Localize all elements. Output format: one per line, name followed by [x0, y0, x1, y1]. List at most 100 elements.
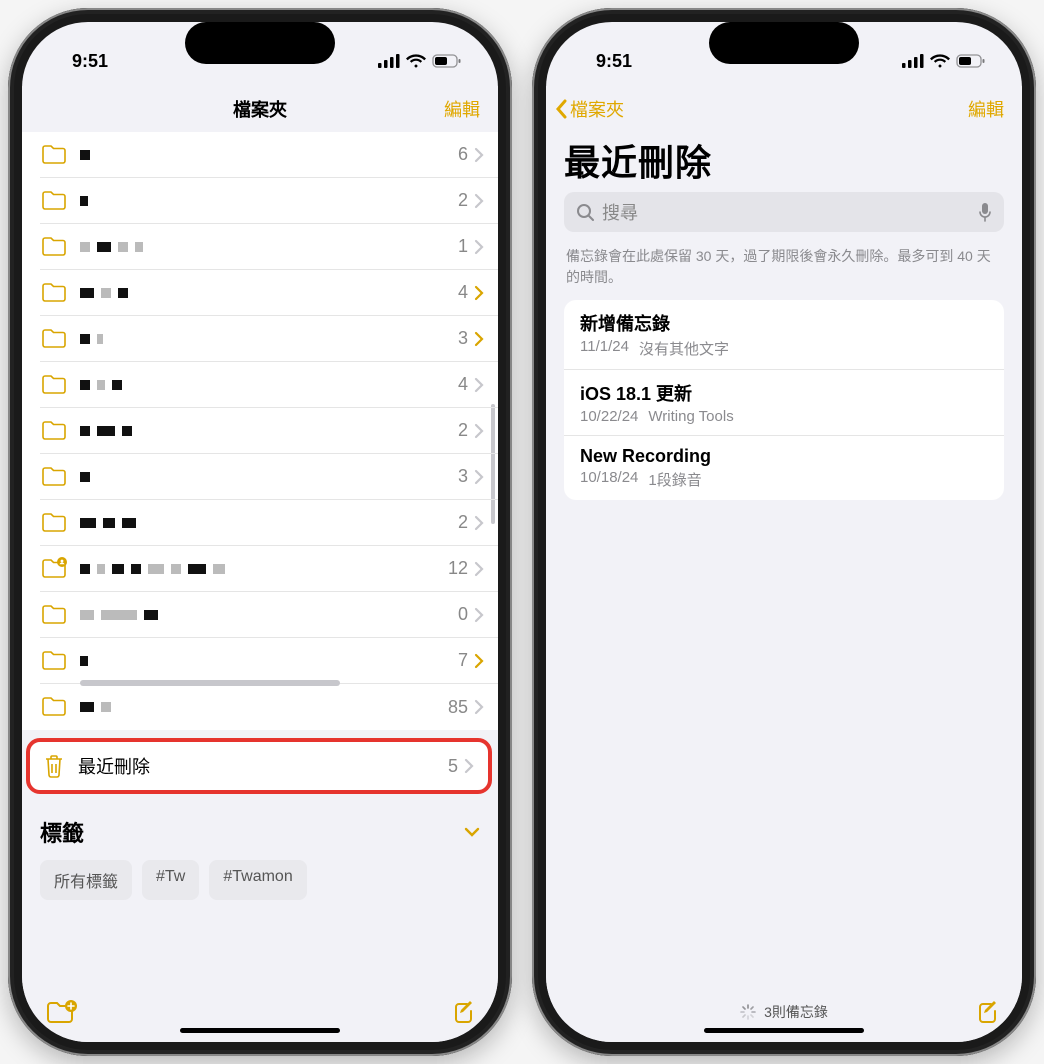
folder-name-redacted — [80, 224, 458, 269]
search-placeholder: 搜尋 — [602, 199, 970, 225]
footer-count: 3則備忘錄 — [764, 1002, 828, 1022]
nav-title: 檔案夾 — [233, 96, 287, 122]
spinner-icon — [740, 1004, 756, 1020]
chevron-right-icon — [474, 193, 484, 209]
recently-deleted-row[interactable]: 最近刪除 5 — [38, 744, 480, 788]
home-indicator[interactable] — [704, 1028, 864, 1033]
back-label: 檔案夾 — [570, 96, 624, 122]
folder-count: 12 — [448, 558, 468, 579]
note-title: New Recording — [580, 446, 988, 467]
chevron-right-icon — [474, 285, 484, 301]
compose-icon[interactable] — [974, 999, 1000, 1025]
folder-row[interactable]: 2 — [40, 178, 498, 224]
tag-chip[interactable]: #Tw — [142, 860, 199, 900]
note-preview: Writing Tools — [648, 408, 733, 425]
chevron-down-icon[interactable] — [464, 827, 480, 837]
toolbar: 3則備忘錄 — [546, 982, 1022, 1042]
folder-icon — [40, 464, 66, 490]
chevron-right-icon — [474, 653, 484, 669]
note-date: 11/1/24 — [580, 338, 629, 359]
back-button[interactable]: 檔案夾 — [554, 96, 624, 122]
tags-title: 標籤 — [40, 816, 84, 848]
cellular-icon — [902, 54, 924, 68]
folder-count: 1 — [458, 236, 468, 257]
edit-button[interactable]: 編輯 — [444, 96, 480, 122]
dynamic-island — [185, 22, 335, 64]
folder-row[interactable]: 4 — [40, 362, 498, 408]
battery-icon — [432, 54, 462, 68]
folder-icon — [40, 648, 66, 674]
folder-name-redacted — [80, 638, 458, 683]
folder-row[interactable]: 7 — [40, 638, 498, 684]
folder-name-redacted — [80, 500, 458, 545]
folder-name-redacted — [80, 546, 448, 591]
folder-count: 7 — [458, 650, 468, 671]
chevron-right-icon — [474, 331, 484, 347]
recently-deleted-highlight: 最近刪除 5 — [26, 738, 492, 794]
battery-icon — [956, 54, 986, 68]
search-field[interactable]: 搜尋 — [564, 192, 1004, 232]
chevron-right-icon — [474, 515, 484, 531]
folder-count: 4 — [458, 374, 468, 395]
note-title: 新增備忘錄 — [580, 310, 988, 336]
folder-count: 3 — [458, 328, 468, 349]
home-indicator[interactable] — [180, 1028, 340, 1033]
note-row[interactable]: 新增備忘錄11/1/24 沒有其他文字 — [564, 300, 1004, 370]
tags-section: 標籤 所有標籤#Tw#Twamon — [22, 798, 498, 900]
compose-icon[interactable] — [450, 999, 476, 1025]
page-title: 最近刪除 — [564, 134, 1004, 186]
folder-row[interactable]: 6 — [40, 132, 498, 178]
tag-chip[interactable]: #Twamon — [209, 860, 306, 900]
chevron-right-icon — [464, 758, 474, 774]
folder-count: 6 — [458, 144, 468, 165]
folder-count: 0 — [458, 604, 468, 625]
folder-row[interactable]: 4 — [40, 270, 498, 316]
folder-count: 3 — [458, 466, 468, 487]
edit-button[interactable]: 編輯 — [968, 96, 1004, 122]
chevron-right-icon — [474, 607, 484, 623]
notes-content: 最近刪除 搜尋 備忘錄會在此處保留 30 天，過了期限後會永久刪除。最多可到 4… — [546, 132, 1022, 982]
folder-row[interactable]: 2 — [40, 500, 498, 546]
folder-row[interactable]: 12 — [40, 546, 498, 592]
phone-frame-left: 9:51 檔案夾 編輯 6 2 1 4 3 4 2 3 2 12 0 7 85 最近刪除 5 — [8, 8, 512, 1056]
folder-icon — [40, 510, 66, 536]
phone-frame-right: 9:51 檔案夾 編輯 最近刪除 搜尋 備忘錄會 — [532, 8, 1036, 1056]
toolbar — [22, 982, 498, 1042]
folder-name-redacted — [80, 408, 458, 453]
folder-row[interactable]: 2 — [40, 408, 498, 454]
folder-count: 2 — [458, 512, 468, 533]
dynamic-island — [709, 22, 859, 64]
folder-icon — [40, 602, 66, 628]
chevron-left-icon — [554, 98, 568, 120]
chevron-right-icon — [474, 699, 484, 715]
folder-row[interactable]: 3 — [40, 454, 498, 500]
search-icon — [576, 203, 594, 221]
status-time: 9:51 — [72, 51, 108, 72]
nav-bar: 檔案夾 編輯 — [22, 86, 498, 132]
note-preview: 沒有其他文字 — [639, 338, 729, 359]
retention-explain: 備忘錄會在此處保留 30 天，過了期限後會永久刪除。最多可到 40 天的時間。 — [546, 240, 1022, 300]
chevron-right-icon — [474, 561, 484, 577]
folder-icon — [40, 372, 66, 398]
note-row[interactable]: New Recording10/18/241段錄音 — [564, 436, 1004, 500]
folder-icon — [40, 418, 66, 444]
folder-row[interactable]: 0 — [40, 592, 498, 638]
status-time: 9:51 — [596, 51, 632, 72]
note-title: iOS 18.1 更新 — [580, 380, 988, 406]
folder-row[interactable]: 85 — [40, 684, 498, 730]
folder-name-redacted — [80, 592, 458, 637]
folder-row[interactable]: 3 — [40, 316, 498, 362]
folder-name-redacted — [80, 454, 458, 499]
folder-icon — [40, 280, 66, 306]
new-folder-icon[interactable] — [44, 998, 78, 1026]
folder-count: 2 — [458, 420, 468, 441]
recently-deleted-label: 最近刪除 — [78, 753, 448, 779]
trash-icon — [42, 753, 66, 779]
note-row[interactable]: iOS 18.1 更新10/22/24Writing Tools — [564, 370, 1004, 436]
chevron-right-icon — [474, 147, 484, 163]
tag-chip[interactable]: 所有標籤 — [40, 860, 132, 900]
folder-icon — [40, 556, 66, 582]
cellular-icon — [378, 54, 400, 68]
mic-icon[interactable] — [978, 202, 992, 222]
folder-row[interactable]: 1 — [40, 224, 498, 270]
